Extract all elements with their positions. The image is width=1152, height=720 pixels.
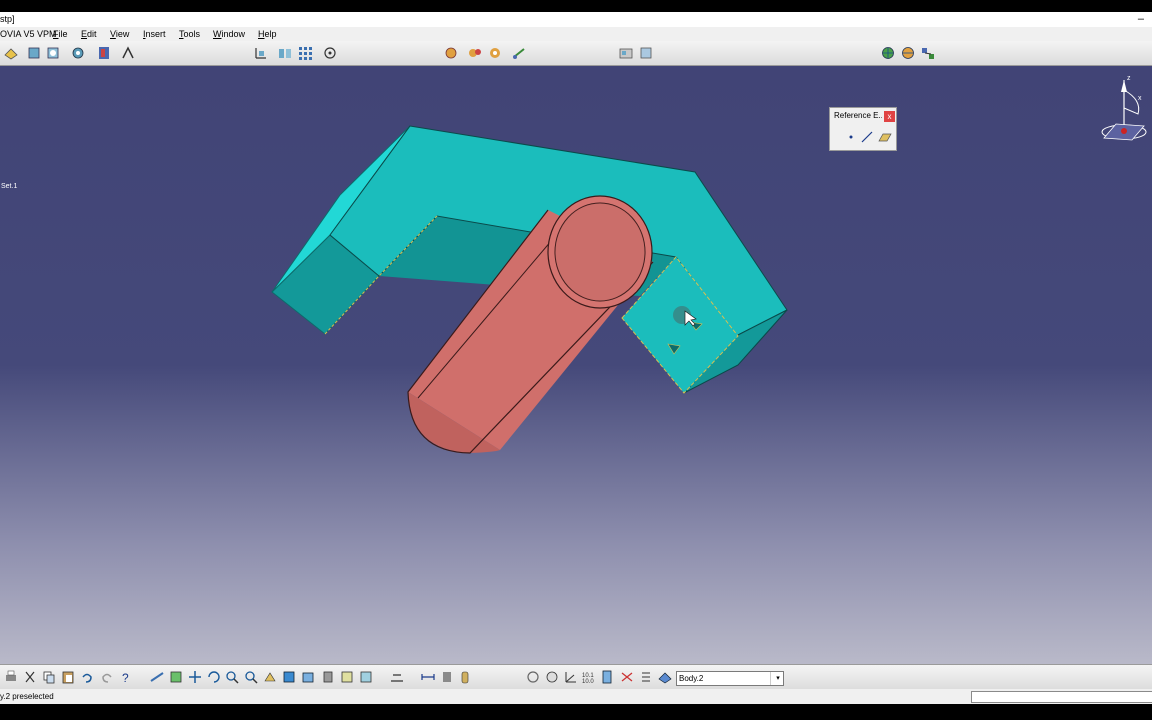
normal-view-icon[interactable]: [262, 669, 278, 685]
measure-between-icon[interactable]: [389, 669, 405, 685]
globe-icon[interactable]: [880, 45, 896, 61]
plane-icon[interactable]: [878, 130, 892, 149]
menu-bar: OVIA V5 VPM File Edit View Insert Tools …: [0, 27, 1152, 41]
fit-icon[interactable]: [168, 669, 184, 685]
top-toolbar: [0, 41, 1152, 66]
body-select[interactable]: Body.2 ▾: [676, 671, 784, 686]
assembly2-icon[interactable]: [467, 45, 483, 61]
shape2-icon[interactable]: [45, 45, 61, 61]
constraint-icon[interactable]: [600, 669, 616, 685]
point-icon[interactable]: [844, 130, 858, 149]
shading-icon[interactable]: [300, 669, 316, 685]
swap-icon[interactable]: [339, 669, 355, 685]
svg-text:10.0: 10.0: [582, 679, 594, 685]
assembly-icon[interactable]: [443, 45, 459, 61]
minimize-button[interactable]: –: [1138, 12, 1144, 27]
body-part-icon[interactable]: [657, 669, 673, 685]
copy-icon[interactable]: [41, 669, 57, 685]
zoom-in-icon[interactable]: [224, 669, 240, 685]
paste-icon[interactable]: [60, 669, 76, 685]
menu-help[interactable]: Help: [258, 27, 277, 41]
menu-tools[interactable]: Tools: [179, 27, 200, 41]
table-icon[interactable]: [563, 669, 579, 685]
status-bar: y.2 preselected: [0, 689, 1152, 704]
fly-icon[interactable]: [149, 669, 165, 685]
rotate-icon[interactable]: [206, 669, 222, 685]
zoom-out-icon[interactable]: [243, 669, 259, 685]
svg-text:z: z: [1127, 75, 1131, 82]
inertia-icon[interactable]: [439, 669, 455, 685]
bottom-toolbar: ? 10.1 10.0 Body.2 ▾: [0, 664, 1152, 690]
window-title: stp]: [0, 14, 15, 24]
gear-icon[interactable]: [70, 45, 86, 61]
line-icon[interactable]: [860, 130, 874, 149]
measure-item-icon[interactable]: [420, 669, 436, 685]
hand-icon[interactable]: [525, 669, 541, 685]
network-icon[interactable]: [920, 45, 936, 61]
update-icon[interactable]: [457, 669, 473, 685]
reference-tools: [834, 130, 892, 146]
axis-system-icon[interactable]: [544, 669, 560, 685]
assembly3-icon[interactable]: [487, 45, 503, 61]
compass-icon[interactable]: z x: [1098, 70, 1150, 146]
link-icon[interactable]: [511, 45, 527, 61]
book-icon[interactable]: [96, 45, 112, 61]
svg-text:x: x: [1138, 95, 1142, 102]
undo-icon[interactable]: [79, 669, 95, 685]
close-button[interactable]: x: [884, 111, 895, 122]
hide-icon[interactable]: [320, 669, 336, 685]
title-bar: stp] –: [0, 12, 1152, 27]
pan-icon[interactable]: [187, 669, 203, 685]
chevron-down-icon[interactable]: ▾: [770, 672, 783, 685]
menu-window[interactable]: Window: [213, 27, 245, 41]
snap-icon[interactable]: [120, 45, 136, 61]
menu-file[interactable]: File: [53, 27, 68, 41]
3d-viewport[interactable]: Set.1 Reference E... x z x: [0, 66, 1152, 664]
globe2-icon[interactable]: [900, 45, 916, 61]
part-icon[interactable]: [277, 45, 293, 61]
3d-scene[interactable]: [0, 66, 1152, 664]
target-icon[interactable]: [322, 45, 338, 61]
reference-elements-panel: Reference E... x: [829, 107, 897, 151]
shape-icon[interactable]: [26, 45, 42, 61]
compass-box-icon[interactable]: [638, 45, 654, 61]
list-icon[interactable]: [619, 669, 635, 685]
command-input[interactable]: [971, 691, 1152, 703]
menu-insert[interactable]: Insert: [143, 27, 166, 41]
reference-panel-title: Reference E...: [834, 111, 882, 120]
menu-view[interactable]: View: [110, 27, 129, 41]
help-icon[interactable]: ?: [118, 669, 134, 685]
measure-icon[interactable]: [618, 45, 634, 61]
cut-icon[interactable]: [22, 669, 38, 685]
axis-icon[interactable]: [253, 45, 269, 61]
iso-view-icon[interactable]: [281, 669, 297, 685]
grid-icon[interactable]: [297, 45, 313, 61]
redo-icon[interactable]: [99, 669, 115, 685]
print-icon[interactable]: [3, 669, 19, 685]
svg-text:?: ?: [122, 671, 129, 685]
app-name: OVIA V5 VPM: [0, 29, 57, 39]
status-message: y.2 preselected: [0, 692, 54, 701]
body-select-value: Body.2: [679, 674, 704, 683]
menu-edit[interactable]: Edit: [81, 27, 97, 41]
sketcher-icon[interactable]: [3, 45, 19, 61]
body-icon[interactable]: [638, 669, 654, 685]
cube-icon[interactable]: 10.1 10.0: [581, 669, 597, 685]
cut-view-icon[interactable]: [358, 669, 374, 685]
